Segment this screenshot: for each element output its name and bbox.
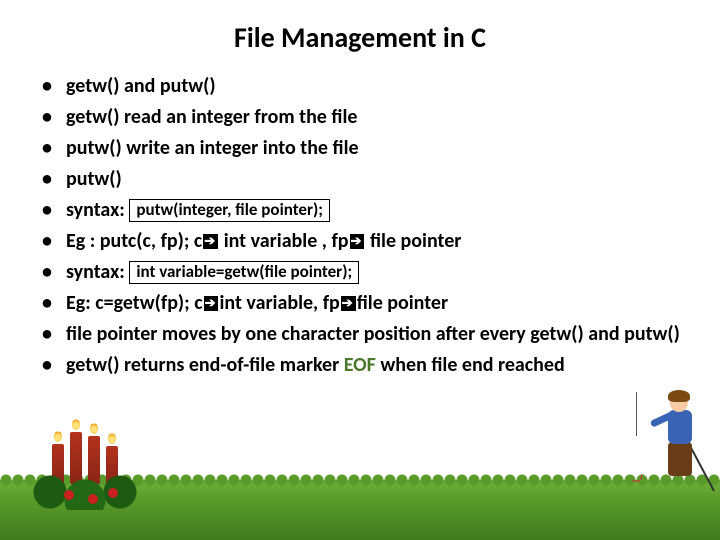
slide: File Management in C getw() and putw() g… — [0, 0, 720, 540]
arrow-icon: ➔ — [350, 234, 365, 249]
berry-icon — [88, 494, 98, 504]
list-item: Eg: c=getw(fp); c➔int variable, fp➔file … — [42, 290, 700, 317]
syntax-label: syntax: — [66, 198, 129, 222]
holly-icon — [30, 470, 140, 510]
list-item: file pointer moves by one character posi… — [42, 321, 700, 348]
list-item: Eg : putc(c, fp); c➔ int variable , fp➔ … — [42, 228, 700, 255]
hook-icon — [632, 472, 642, 482]
example-text: file pointer — [365, 229, 461, 253]
fisher-decoration — [642, 388, 702, 498]
bullet-text: file pointer moves by one character posi… — [66, 322, 680, 346]
person-legs-icon — [668, 442, 692, 476]
list-item: getw() read an integer from the file — [42, 104, 700, 131]
bullet-text: when file end reached — [376, 353, 565, 377]
list-item: putw() write an integer into the file — [42, 135, 700, 162]
list-item: putw() — [42, 166, 700, 193]
fishing-line-icon — [636, 392, 637, 436]
slide-title: File Management in C — [20, 20, 700, 55]
arrow-icon: ➔ — [204, 296, 219, 311]
berry-icon — [64, 490, 74, 500]
arrow-icon: ➔ — [203, 234, 218, 249]
example-text: int variable, fp — [219, 291, 339, 315]
bullet-text: putw() write an integer into the file — [66, 136, 359, 160]
list-item: syntax: putw(integer, file pointer); — [42, 197, 700, 224]
eof-keyword: EOF — [344, 353, 376, 377]
bullet-text: getw() and putw() — [66, 74, 216, 98]
flame-icon — [72, 418, 80, 430]
syntax-box-putw: putw(integer, file pointer); — [129, 199, 330, 222]
bullet-text: getw() read an integer from the file — [66, 105, 357, 129]
example-text: Eg : putc(c, fp); c — [66, 229, 202, 253]
example-text: file pointer — [357, 291, 448, 315]
bullet-text: putw() — [66, 167, 122, 191]
flame-icon — [90, 422, 98, 434]
list-item: getw() returns end-of-file marker EOF wh… — [42, 352, 700, 379]
list-item: getw() and putw() — [42, 73, 700, 100]
example-text: int variable , fp — [219, 229, 348, 253]
bullet-list: getw() and putw() getw() read an integer… — [20, 73, 700, 379]
bullet-text: getw() returns end-of-file marker — [66, 353, 344, 377]
list-item: syntax: int variable=getw(file pointer); — [42, 259, 700, 286]
berry-icon — [108, 488, 118, 498]
flame-icon — [54, 430, 62, 442]
flame-icon — [108, 432, 116, 444]
arrow-icon: ➔ — [341, 296, 356, 311]
syntax-box-getw: int variable=getw(file pointer); — [129, 261, 359, 284]
example-text: Eg: c=getw(fp); c — [66, 291, 203, 315]
syntax-label: syntax: — [66, 260, 129, 284]
person-hair-icon — [668, 390, 690, 402]
candles-decoration — [30, 430, 140, 510]
